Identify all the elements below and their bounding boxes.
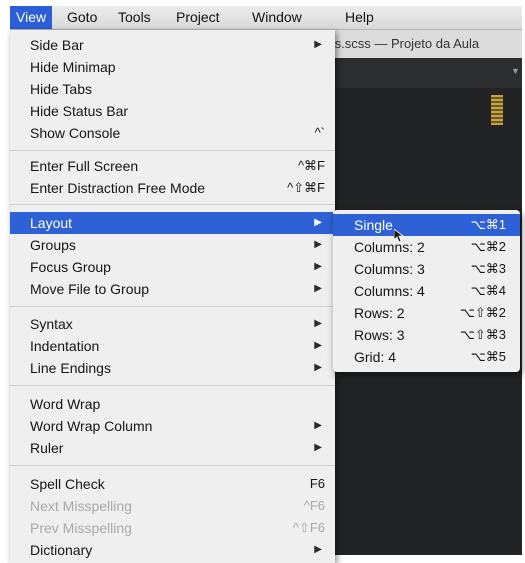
submenu-arrow-icon: ▶	[314, 239, 322, 250]
menu-item-groups[interactable]: Groups ▶	[10, 234, 335, 256]
submenu-arrow-icon: ▶	[314, 39, 322, 50]
menu-item-shortcut: ^⇧⌘F	[287, 180, 325, 195]
menu-item-label: Syntax	[30, 316, 73, 332]
layout-item-single[interactable]: Single ⌥⌘1	[333, 214, 520, 236]
layout-item-columns-2[interactable]: Columns: 2 ⌥⌘2	[333, 236, 520, 258]
submenu-item-shortcut: ⌥⌘5	[470, 349, 506, 364]
window-title: tilos.scss — Projeto da Aula	[318, 36, 480, 51]
layout-submenu: Single ⌥⌘1 Columns: 2 ⌥⌘2 Columns: 3 ⌥⌘3…	[333, 210, 520, 372]
menu-item-label: Show Console	[30, 125, 121, 141]
submenu-arrow-icon: ▶	[314, 544, 322, 555]
menu-item-label: Move File to Group	[30, 281, 150, 297]
tab-overflow-icon[interactable]: ▼	[511, 66, 520, 76]
menu-item-shortcut: ^F6	[303, 498, 325, 513]
menu-item-label: Dictionary	[30, 542, 93, 558]
menu-separator	[10, 465, 335, 466]
menubar-goto[interactable]: Goto	[67, 6, 97, 29]
menu-item-indentation[interactable]: Indentation ▶	[10, 335, 335, 357]
submenu-arrow-icon: ▶	[314, 442, 322, 453]
submenu-item-shortcut: ⌥⌘2	[470, 239, 506, 254]
menu-separator	[10, 385, 335, 386]
menu-item-label: Side Bar	[30, 37, 84, 53]
menu-item-shortcut: ^⇧F6	[292, 520, 325, 535]
menu-item-label: Hide Tabs	[30, 81, 93, 97]
menu-item-label: Groups	[30, 237, 76, 253]
menu-item-enter-full-screen[interactable]: Enter Full Screen ^⌘F	[10, 155, 335, 177]
menu-item-next-misspelling: Next Misspelling ^F6	[10, 495, 335, 517]
menu-separator	[10, 150, 335, 151]
minimap[interactable]	[491, 95, 503, 125]
menu-item-show-console[interactable]: Show Console ^`	[10, 122, 335, 144]
submenu-arrow-icon: ▶	[314, 283, 322, 294]
menu-item-label: Line Endings	[30, 360, 111, 376]
menu-item-spell-check[interactable]: Spell Check F6	[10, 473, 335, 495]
menu-item-label: Layout	[30, 215, 73, 231]
submenu-arrow-icon: ▶	[314, 420, 322, 431]
menu-item-label: Next Misspelling	[30, 498, 132, 514]
menu-item-focus-group[interactable]: Focus Group ▶	[10, 256, 335, 278]
submenu-item-label: Single	[354, 217, 393, 233]
menu-item-ruler[interactable]: Ruler ▶	[10, 437, 335, 459]
submenu-item-label: Columns: 4	[354, 283, 425, 299]
layout-item-columns-4[interactable]: Columns: 4 ⌥⌘4	[333, 280, 520, 302]
menu-item-label: Ruler	[30, 440, 64, 456]
submenu-item-label: Rows: 2	[354, 305, 405, 321]
menu-bar: View Goto Tools Project Window Help	[10, 6, 522, 30]
menu-item-label: Hide Minimap	[30, 59, 116, 75]
menu-item-line-endings[interactable]: Line Endings ▶	[10, 357, 335, 379]
submenu-item-label: Columns: 3	[354, 261, 425, 277]
menu-item-label: Enter Distraction Free Mode	[30, 180, 206, 196]
menu-item-label: Hide Status Bar	[30, 103, 129, 119]
layout-item-rows-2[interactable]: Rows: 2 ⌥⇧⌘2	[333, 302, 520, 324]
layout-item-columns-3[interactable]: Columns: 3 ⌥⌘3	[333, 258, 520, 280]
menu-item-label: Prev Misspelling	[30, 520, 132, 536]
menu-item-label: Focus Group	[30, 259, 111, 275]
menu-item-label: Word Wrap	[30, 396, 101, 412]
submenu-item-label: Rows: 3	[354, 327, 405, 343]
submenu-arrow-icon: ▶	[314, 362, 322, 373]
menu-item-hide-minimap[interactable]: Hide Minimap	[10, 56, 335, 78]
menu-item-label: Enter Full Screen	[30, 158, 139, 174]
menu-item-label: Spell Check	[30, 476, 105, 492]
menubar-tools[interactable]: Tools	[118, 6, 151, 29]
submenu-item-shortcut: ⌥⇧⌘3	[459, 327, 506, 342]
submenu-arrow-icon: ▶	[314, 261, 322, 272]
menu-item-label: Indentation	[30, 338, 100, 354]
menu-item-move-file-to-group[interactable]: Move File to Group ▶	[10, 278, 335, 300]
layout-item-grid-4[interactable]: Grid: 4 ⌥⌘5	[333, 346, 520, 368]
submenu-arrow-icon: ▶	[314, 318, 322, 329]
menu-item-word-wrap-column[interactable]: Word Wrap Column ▶	[10, 415, 335, 437]
menu-item-dictionary[interactable]: Dictionary ▶	[10, 539, 335, 561]
menubar-view[interactable]: View	[10, 6, 53, 29]
submenu-item-label: Grid: 4	[354, 349, 397, 365]
submenu-item-shortcut: ⌥⌘4	[470, 283, 506, 298]
menu-item-shortcut: ^⌘F	[297, 158, 325, 173]
mouse-pointer-icon	[394, 229, 404, 243]
submenu-arrow-icon: ▶	[314, 217, 322, 228]
menu-item-label: Word Wrap Column	[30, 418, 153, 434]
submenu-item-shortcut: ⌥⌘1	[470, 217, 506, 232]
menu-item-word-wrap[interactable]: Word Wrap	[10, 393, 335, 415]
menu-item-distraction-free-mode[interactable]: Enter Distraction Free Mode ^⇧⌘F	[10, 177, 335, 199]
menubar-window[interactable]: Window	[252, 6, 302, 29]
menu-item-prev-misspelling: Prev Misspelling ^⇧F6	[10, 517, 335, 539]
menubar-project[interactable]: Project	[176, 6, 220, 29]
menu-separator	[10, 306, 335, 307]
layout-item-rows-3[interactable]: Rows: 3 ⌥⇧⌘3	[333, 324, 520, 346]
menubar-help[interactable]: Help	[345, 6, 374, 29]
menu-item-layout[interactable]: Layout ▶	[10, 212, 335, 234]
menu-item-hide-tabs[interactable]: Hide Tabs	[10, 78, 335, 100]
menu-item-shortcut: ^`	[314, 125, 325, 140]
menu-item-hide-status-bar[interactable]: Hide Status Bar	[10, 100, 335, 122]
menu-item-side-bar[interactable]: Side Bar ▶	[10, 34, 335, 56]
submenu-item-shortcut: ⌥⌘3	[470, 261, 506, 276]
menu-item-shortcut: F6	[309, 476, 325, 491]
menu-separator	[10, 204, 335, 205]
submenu-item-label: Columns: 2	[354, 239, 425, 255]
menu-item-syntax[interactable]: Syntax ▶	[10, 313, 335, 335]
submenu-arrow-icon: ▶	[314, 340, 322, 351]
view-menu: Side Bar ▶ Hide Minimap Hide Tabs Hide S…	[10, 30, 335, 563]
submenu-item-shortcut: ⌥⇧⌘2	[459, 305, 506, 320]
